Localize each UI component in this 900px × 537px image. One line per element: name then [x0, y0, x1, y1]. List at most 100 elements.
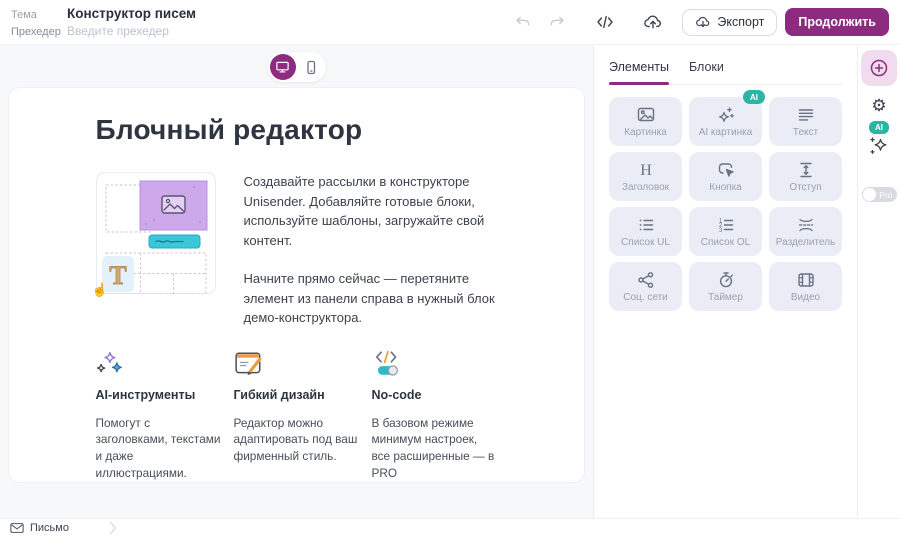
element-video[interactable]: Видео	[769, 262, 842, 311]
element-timer[interactable]: Таймер	[689, 262, 762, 311]
editor-canvas: Блочный редактор T ☝ Создавайте рассылки…	[0, 45, 593, 518]
subject-row: Тема Конструктор писем	[11, 6, 196, 21]
feature-text: Редактор можно адаптировать под ваш фирм…	[233, 415, 358, 464]
element-button[interactable]: Кнопка	[689, 152, 762, 201]
features-row: AI-инструменты Помогут с заголовками, те…	[96, 349, 498, 482]
add-element-button[interactable]	[861, 50, 897, 86]
ordered-list-icon: 1 2 3	[716, 215, 736, 235]
feature-title: Гибкий дизайн	[233, 387, 325, 402]
unordered-list-icon	[636, 215, 656, 235]
tools-rail: ⚙ AI Pro	[857, 45, 900, 518]
flexible-design-icon	[234, 349, 360, 381]
envelope-icon	[10, 522, 24, 534]
monitor-icon	[275, 60, 290, 74]
element-label: Текст	[792, 127, 819, 138]
element-social[interactable]: Соц. сети	[609, 262, 682, 311]
spacer-icon	[796, 160, 816, 180]
feature-ai-tools: AI-инструменты Помогут с заголовками, те…	[96, 349, 222, 482]
svg-text:T: T	[109, 261, 126, 290]
export-button[interactable]: Экспорт	[682, 8, 778, 36]
element-label: Список UL	[621, 237, 670, 248]
element-label: Таймер	[708, 292, 743, 303]
sparkle-icon	[868, 135, 890, 157]
feature-no-code: No-code В базовом режиме минимум настрое…	[372, 349, 498, 482]
upload-button[interactable]	[640, 9, 666, 35]
ai-sparkles-icon	[96, 349, 222, 381]
export-label: Экспорт	[717, 15, 765, 29]
svg-text:3: 3	[719, 228, 723, 234]
toggle-knob	[862, 188, 876, 201]
ai-assistant-button[interactable]	[868, 135, 890, 157]
hand-cursor-icon: ☝	[91, 282, 108, 297]
element-list-ul[interactable]: Список UL	[609, 207, 682, 256]
redo-button[interactable]	[544, 9, 570, 35]
code-icon	[596, 13, 614, 31]
plus-circle-icon	[868, 57, 890, 79]
element-label: Картинка	[624, 127, 667, 138]
element-label: AI картинка	[698, 127, 753, 138]
tab-blocks[interactable]: Блоки	[689, 60, 724, 84]
mobile-view-button[interactable]	[298, 54, 324, 80]
desktop-view-button[interactable]	[269, 54, 296, 80]
undo-button[interactable]	[510, 9, 536, 35]
element-image[interactable]: Картинка	[609, 97, 682, 146]
feature-title: AI-инструменты	[95, 387, 196, 402]
intro-paragraph-1: Создавайте рассылки в конструкторе Unise…	[243, 174, 485, 248]
preheader-row: Прехедер Введите прехедер	[11, 24, 196, 38]
device-toggle	[267, 52, 326, 82]
email-heading: Блочный редактор	[95, 114, 363, 145]
element-label: Видео	[790, 292, 821, 303]
topbar: Тема Конструктор писем Прехедер Введите …	[0, 0, 900, 45]
bottom-breadcrumb-bar: Письмо	[0, 518, 900, 537]
image-icon	[636, 105, 656, 125]
html-code-button[interactable]	[592, 9, 618, 35]
element-label: Список OL	[700, 237, 751, 248]
chevron-right-icon	[109, 521, 117, 535]
rail-ai-badge: AI	[869, 121, 889, 134]
element-list-ol[interactable]: 1 2 3 Список OL	[689, 207, 762, 256]
intro-block: T ☝ Создавайте рассылки в конструкторе U…	[92, 172, 498, 328]
ai-badge: AI	[743, 90, 765, 104]
elements-panel: Элементы Блоки Картинка AI AI картинка Т…	[593, 45, 857, 518]
button-icon	[716, 160, 736, 180]
element-label: Заголовок	[621, 182, 670, 193]
email-meta: Тема Конструктор писем Прехедер Введите …	[11, 6, 196, 38]
smartphone-icon	[304, 60, 318, 75]
element-label: Кнопка	[709, 182, 742, 193]
element-ai-image[interactable]: AI AI картинка	[689, 90, 765, 146]
element-label: Отступ	[789, 182, 822, 193]
breadcrumb-letter[interactable]: Письмо	[30, 522, 69, 534]
element-divider[interactable]: Разделитель	[769, 207, 842, 256]
redo-icon	[548, 13, 566, 31]
feature-text: В базовом режиме минимум настроек, все р…	[371, 415, 495, 480]
tab-elements[interactable]: Элементы	[609, 60, 669, 85]
element-heading[interactable]: H Заголовок	[609, 152, 682, 201]
intro-text: Создавайте рассылки в конструкторе Unise…	[244, 172, 498, 328]
undo-icon	[514, 13, 532, 31]
element-text[interactable]: Текст	[769, 97, 842, 146]
video-icon	[796, 270, 816, 290]
element-spacer[interactable]: Отступ	[769, 152, 842, 201]
feature-text: Помогут с заголовками, текстами и даже и…	[95, 415, 221, 480]
ai-image-icon	[716, 105, 736, 125]
email-preview-card[interactable]: Блочный редактор T ☝ Создавайте рассылки…	[8, 87, 585, 483]
pro-mode-toggle[interactable]: Pro	[861, 187, 897, 202]
subject-input[interactable]: Конструктор писем	[67, 6, 196, 21]
settings-button[interactable]: ⚙	[871, 97, 886, 114]
feature-title: No-code	[371, 387, 422, 402]
intro-paragraph-2: Начните прямо сейчас — перетяните элемен…	[243, 271, 495, 325]
preheader-label: Прехедер	[11, 26, 61, 38]
topbar-actions: Экспорт Продолжить	[510, 8, 889, 36]
elements-grid: Картинка AI AI картинка Текст H Заголово…	[609, 90, 842, 311]
subject-label: Тема	[11, 9, 37, 21]
timer-icon	[716, 270, 736, 290]
element-label: Разделитель	[775, 237, 836, 248]
cloud-upload-icon	[643, 13, 663, 31]
pro-label: Pro	[879, 189, 893, 200]
preheader-input[interactable]: Введите прехедер	[67, 24, 169, 38]
panel-tabs: Элементы Блоки	[609, 45, 842, 85]
builder-illustration: T ☝	[92, 172, 216, 297]
text-icon	[796, 105, 816, 125]
continue-button[interactable]: Продолжить	[785, 8, 889, 36]
content: Блочный редактор T ☝ Создавайте рассылки…	[0, 45, 900, 518]
